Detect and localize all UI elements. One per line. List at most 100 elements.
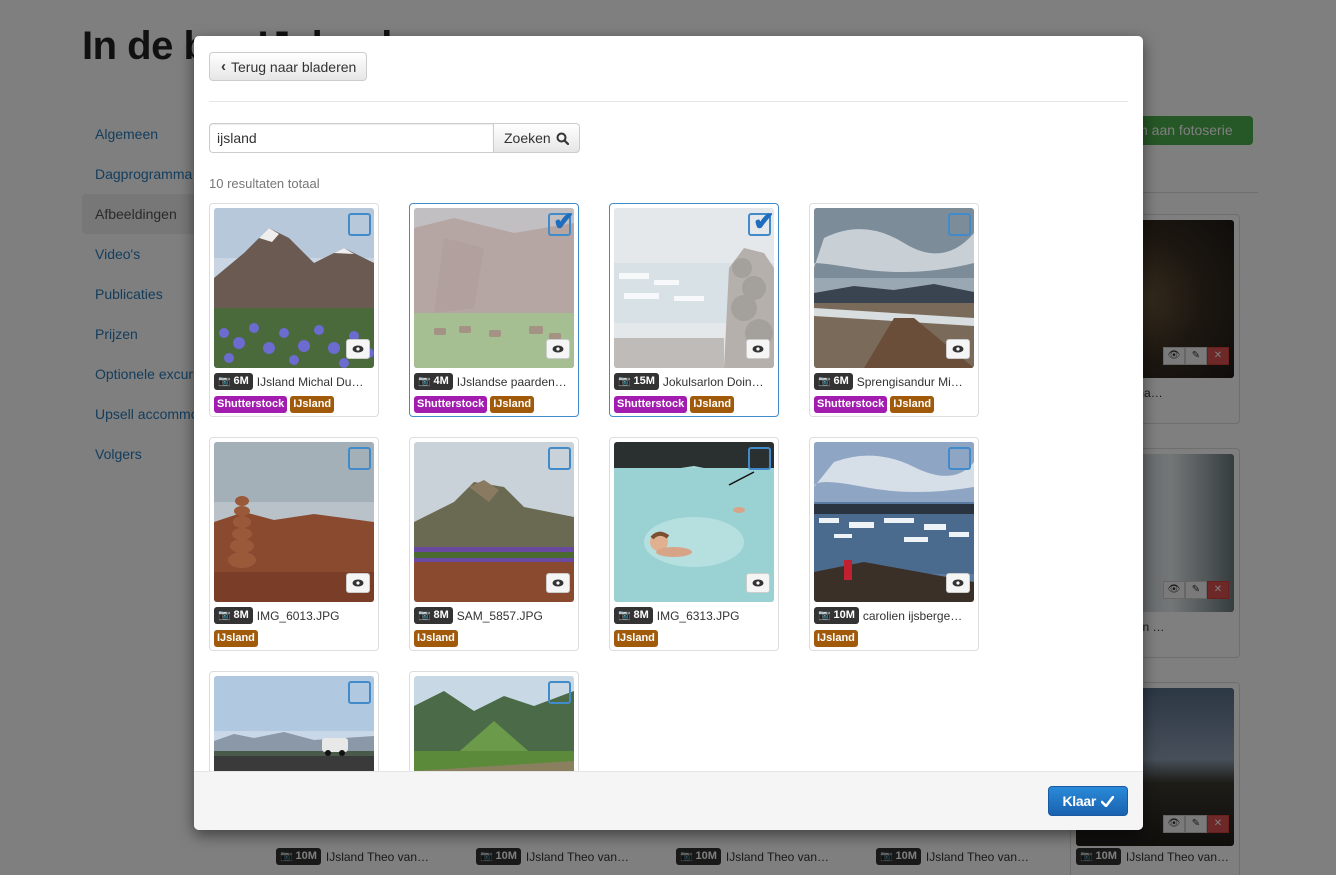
tag-list: Shutterstock IJsland (814, 396, 974, 413)
result-meta: 📷 10M carolien ijsberge… (814, 607, 974, 624)
result-card[interactable] (209, 671, 379, 771)
eye-icon (352, 579, 364, 587)
search-icon (556, 132, 569, 145)
preview-eye-button[interactable] (946, 573, 970, 593)
chevron-left-icon: ‹ (221, 58, 226, 75)
done-button[interactable]: Klaar (1048, 786, 1128, 816)
result-card[interactable]: 📷 8M SAM_5857.JPG IJsland (409, 437, 579, 651)
camera-icon: 📷 (618, 376, 631, 387)
search-input[interactable] (209, 123, 493, 153)
result-meta: 📷 6M IJsland Michal Du… (214, 373, 374, 390)
result-card[interactable]: 📷 6M Sprengisandur Mi… Shutterstock IJsla… (809, 203, 979, 417)
camera-icon: 📷 (418, 376, 431, 387)
file-size-badge: 📷 8M (214, 607, 253, 624)
file-name: SAM_5857.JPG (456, 608, 543, 623)
select-checkbox[interactable] (548, 447, 571, 470)
eye-icon (552, 579, 564, 587)
result-meta: 📷 6M Sprengisandur Mi… (814, 373, 974, 390)
result-card[interactable]: ✔ 📷 15M Jokulsarlon Doin… Shutterstock IJ… (609, 203, 779, 417)
file-name: Jokulsarlon Doin… (662, 374, 764, 389)
camera-icon: 📷 (818, 610, 831, 621)
done-label: Klaar (1062, 793, 1096, 809)
checkmark-icon: ✔ (553, 206, 575, 236)
select-checkbox[interactable] (548, 681, 571, 704)
tag-list: IJsland (214, 630, 374, 647)
file-size-badge: 📷 8M (414, 607, 453, 624)
tag-list: Shutterstock IJsland (414, 396, 574, 413)
tag-list: IJsland (614, 630, 774, 647)
tag-ijsland: IJsland (490, 396, 535, 413)
preview-eye-button[interactable] (746, 339, 770, 359)
select-checkbox[interactable] (948, 213, 971, 236)
result-card[interactable]: 📷 8M IMG_6013.JPG IJsland (209, 437, 379, 651)
select-checkbox[interactable]: ✔ (748, 208, 775, 236)
modal-body: ‹ Terug naar bladeren Zoeken 10 resultat… (194, 36, 1143, 771)
result-meta: 📷 4M IJslandse paarden… (414, 373, 574, 390)
preview-eye-button[interactable] (946, 339, 970, 359)
result-card[interactable]: ✔ 📷 4M IJslandse paarden… Shutterstock IJ… (409, 203, 579, 417)
modal-footer: Klaar (194, 771, 1143, 830)
camera-icon: 📷 (418, 610, 431, 621)
file-size-badge: 📷 4M (414, 373, 453, 390)
result-meta: 📷 8M IMG_6013.JPG (214, 607, 374, 624)
image-picker-modal: ‹ Terug naar bladeren Zoeken 10 resultat… (194, 36, 1143, 830)
tag-shutterstock: Shutterstock (414, 396, 488, 413)
tag-shutterstock: Shutterstock (214, 396, 288, 413)
result-card[interactable]: 📷 10M carolien ijsberge… IJsland (809, 437, 979, 651)
result-card[interactable]: 📷 8M IMG_6313.JPG IJsland (609, 437, 779, 651)
divider (209, 101, 1128, 102)
file-name: Sprengisandur Mi… (856, 374, 963, 389)
tag-shutterstock: Shutterstock (814, 396, 888, 413)
file-size-badge: 📷 6M (214, 373, 253, 390)
tag-list: Shutterstock IJsland (614, 396, 774, 413)
back-to-browse-button[interactable]: ‹ Terug naar bladeren (209, 52, 368, 81)
search-group: Zoeken (209, 123, 580, 153)
eye-icon (552, 345, 564, 353)
select-checkbox[interactable]: ✔ (548, 208, 575, 236)
tag-ijsland: IJsland (214, 630, 258, 647)
file-size-badge: 📷 6M (814, 373, 853, 390)
tag-list: IJsland (414, 630, 574, 647)
file-size-badge: 📷10M (814, 607, 859, 624)
search-button-label: Zoeken (504, 130, 551, 146)
tag-ijsland: IJsland (814, 630, 858, 647)
select-checkbox[interactable] (348, 447, 371, 470)
checkmark-icon: ✔ (753, 206, 775, 236)
preview-eye-button[interactable] (346, 573, 370, 593)
tag-list: IJsland (814, 630, 974, 647)
file-name: IMG_6013.JPG (256, 608, 340, 623)
file-size-badge: 📷 15M (614, 373, 659, 390)
file-name: carolien ijsberge… (862, 608, 963, 623)
tag-ijsland: IJsland (290, 396, 335, 413)
result-meta: 📷 8M IMG_6313.JPG (614, 607, 774, 624)
eye-icon (952, 345, 964, 353)
tag-ijsland: IJsland (890, 396, 935, 413)
eye-icon (952, 579, 964, 587)
tag-ijsland: IJsland (690, 396, 735, 413)
preview-eye-button[interactable] (546, 573, 570, 593)
preview-eye-button[interactable] (746, 573, 770, 593)
result-card[interactable]: 📷 6M IJsland Michal Du… Shutterstock IJsl… (209, 203, 379, 417)
file-name: IJsland Michal Du… (256, 374, 364, 389)
tag-list: Shutterstock IJsland (214, 396, 374, 413)
select-checkbox[interactable] (348, 213, 371, 236)
tag-ijsland: IJsland (414, 630, 458, 647)
file-name: IMG_6313.JPG (656, 608, 740, 623)
result-meta: 📷 15M Jokulsarlon Doin… (614, 373, 774, 390)
camera-icon: 📷 (618, 610, 631, 621)
camera-icon: 📷 (818, 376, 831, 387)
camera-icon: 📷 (218, 610, 231, 621)
select-checkbox[interactable] (348, 681, 371, 704)
tag-shutterstock: Shutterstock (614, 396, 688, 413)
preview-eye-button[interactable] (346, 339, 370, 359)
file-name: IJslandse paarden… (456, 374, 567, 389)
check-icon (1101, 795, 1114, 807)
preview-eye-button[interactable] (546, 339, 570, 359)
select-checkbox[interactable] (948, 447, 971, 470)
eye-icon (352, 345, 364, 353)
search-button[interactable]: Zoeken (493, 123, 580, 153)
select-checkbox[interactable] (748, 447, 771, 470)
result-card[interactable] (409, 671, 579, 771)
camera-icon: 📷 (218, 376, 231, 387)
back-label: Terug naar bladeren (231, 58, 357, 75)
